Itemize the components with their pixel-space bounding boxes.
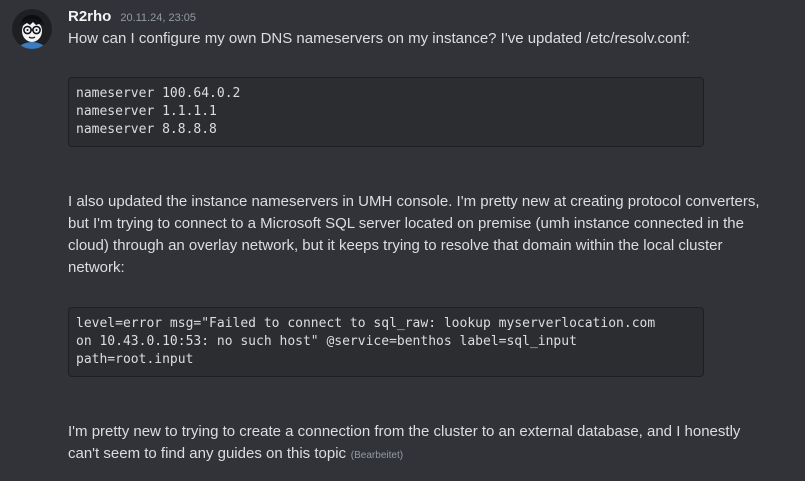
paragraph-line: I also updated the instance nameservers … xyxy=(68,193,760,210)
message-paragraph-2: I also updated the instance nameservers … xyxy=(68,191,793,279)
author-username[interactable]: R2rho xyxy=(68,8,111,25)
paragraph-line: network: xyxy=(68,259,125,276)
paragraph-line-last: can't seem to find any guides on this to… xyxy=(68,443,793,467)
message-paragraph-3: I'm pretty new to trying to create a con… xyxy=(68,421,793,467)
message-header: R2rho 20.11.24, 23:05 xyxy=(68,8,196,28)
user-avatar[interactable] xyxy=(12,9,52,49)
paragraph-line: but I'm trying to connect to a Microsoft… xyxy=(68,215,744,232)
paragraph-line: cloud) through an overlay network, but i… xyxy=(68,237,723,254)
code-block-error-log: level=error msg="Failed to connect to sq… xyxy=(68,307,704,377)
code-line: nameserver 100.64.0.2 xyxy=(76,86,241,101)
paragraph-line: I'm pretty new to trying to create a con… xyxy=(68,423,741,440)
avatar-face-icon xyxy=(12,9,52,49)
code-line: on 10.43.0.10:53: no such host" @service… xyxy=(76,334,577,349)
code-line: nameserver 8.8.8.8 xyxy=(76,122,217,137)
code-line: level=error msg="Failed to connect to sq… xyxy=(76,316,656,331)
code-line: nameserver 1.1.1.1 xyxy=(76,104,217,119)
paragraph-line-text: can't seem to find any guides on this to… xyxy=(68,445,347,462)
message-paragraph-1: How can I configure my own DNS nameserve… xyxy=(68,28,793,50)
edited-label: (Bearbeitet) xyxy=(348,450,404,461)
code-line: path=root.input xyxy=(76,352,194,367)
paragraph-text: How can I configure my own DNS nameserve… xyxy=(68,30,691,47)
chat-message: R2rho 20.11.24, 23:05 How can I configur… xyxy=(0,0,805,481)
message-timestamp: 20.11.24, 23:05 xyxy=(120,12,196,24)
code-block-resolv-conf: nameserver 100.64.0.2 nameserver 1.1.1.1… xyxy=(68,77,704,147)
